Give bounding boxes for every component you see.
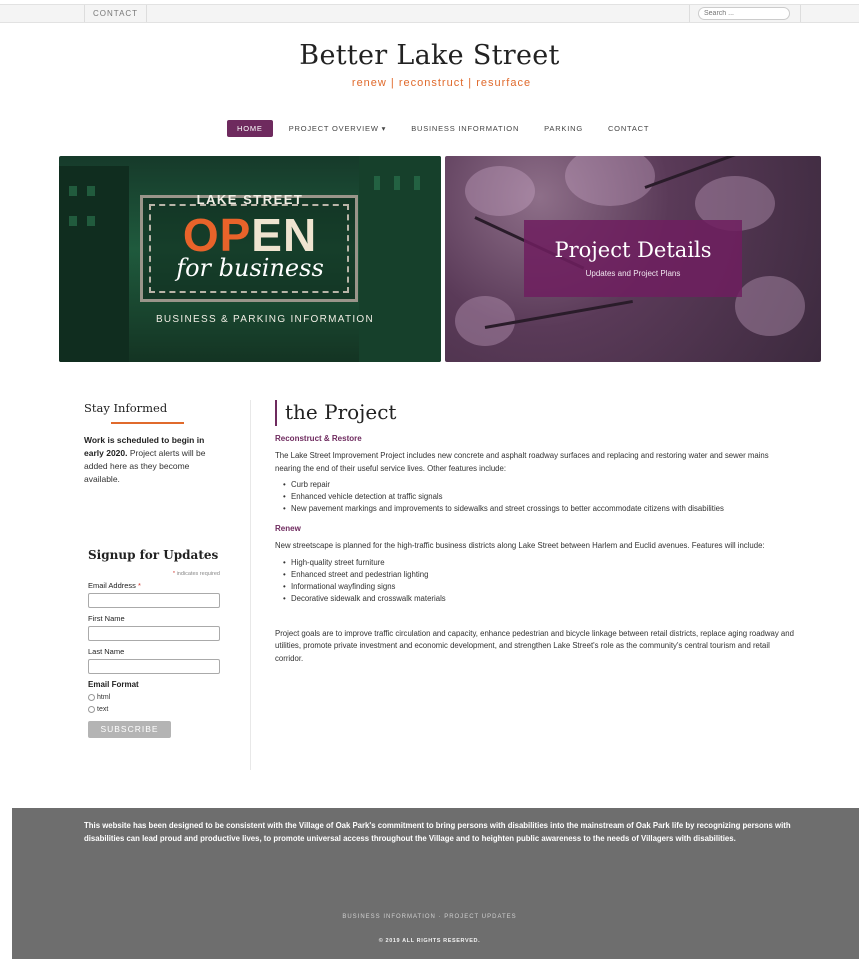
blossom-shape (465, 166, 535, 216)
reconstruct-list: Curb repair Enhanced vehicle detection a… (275, 479, 795, 515)
subscribe-button[interactable]: SUBSCRIBE (88, 721, 171, 738)
list-item: Decorative sidewalk and crosswalk materi… (275, 593, 795, 605)
window-shape (414, 176, 420, 190)
last-name-label: Last Name (88, 647, 125, 656)
site-footer: This website has been designed to be con… (12, 808, 859, 959)
main-nav: HOME PROJECT OVERVIEW ▾ BUSINESS INFORMA… (227, 120, 674, 137)
list-item: High-quality street furniture (275, 557, 795, 569)
format-text-option[interactable]: text (88, 706, 220, 713)
email-field[interactable] (88, 593, 220, 608)
search-wrap (689, 5, 801, 22)
list-item: Enhanced vehicle detection at traffic si… (275, 491, 795, 503)
project-title: the Project (285, 400, 397, 424)
footer-link-business[interactable]: BUSINESS INFORMATION (342, 914, 436, 920)
email-label: Email Address * (88, 581, 141, 590)
nav-business-information[interactable]: BUSINESS INFORMATION (411, 120, 519, 137)
section-heading-reconstruct: Reconstruct & Restore (275, 434, 362, 443)
required-note: * indicates required (172, 571, 220, 577)
radio-text[interactable] (88, 706, 95, 713)
banner-business-parking: BUSINESS & PARKING INFORMATION (155, 314, 375, 325)
column-divider (250, 400, 251, 770)
footer-link-updates[interactable]: PROJECT UPDATES (444, 914, 516, 920)
blossom-shape (735, 276, 805, 336)
search-input[interactable] (698, 7, 790, 20)
section-text-renew: New streetscape is planned for the high-… (275, 541, 765, 550)
list-item: Informational wayfinding signs (275, 581, 795, 593)
section-heading-renew: Renew (275, 524, 301, 533)
project-details-banner[interactable]: Project Details Updates and Project Plan… (445, 156, 821, 362)
open-for-business-banner[interactable]: LAKE STREET OPEN for business BUSINESS &… (59, 156, 441, 362)
section-text-reconstruct: The Lake Street Improvement Project incl… (275, 451, 769, 473)
window-shape (394, 176, 400, 190)
stay-informed-text: Work is scheduled to begin in early 2020… (84, 435, 206, 484)
top-bar: CONTACT (0, 4, 859, 23)
email-format-label: Email Format (88, 680, 139, 689)
blossom-shape (565, 156, 655, 206)
blossom-shape (455, 296, 515, 346)
last-name-field[interactable] (88, 659, 220, 674)
site-tagline: renew | reconstruct | resurface (351, 77, 532, 89)
window-shape (374, 176, 380, 190)
nav-contact[interactable]: CONTACT (608, 120, 649, 137)
first-name-label: First Name (88, 614, 125, 623)
nav-parking[interactable]: PARKING (544, 120, 583, 137)
nav-project-overview[interactable]: PROJECT OVERVIEW ▾ (289, 120, 387, 137)
list-item: Enhanced street and pedestrian lighting (275, 569, 795, 581)
copyright: © 2019 ALL RIGHTS RESERVED. (378, 938, 481, 944)
top-contact-link[interactable]: CONTACT (84, 5, 148, 22)
project-goals-text: Project goals are to improve traffic cir… (275, 628, 794, 663)
project-details-title: Project Details (554, 238, 712, 262)
list-item: Curb repair (275, 479, 795, 491)
signup-form: Signup for Updates * indicates required … (88, 548, 220, 738)
project-content: Reconstruct & Restore The Lake Street Im… (275, 434, 795, 665)
format-html-option[interactable]: html (88, 694, 220, 701)
site-title[interactable]: Better Lake Street (0, 40, 859, 71)
signup-title: Signup for Updates (88, 548, 219, 562)
first-name-field[interactable] (88, 626, 220, 641)
banner-lake-street: LAKE STREET (196, 192, 304, 207)
banner-open-word: OPEN (182, 209, 318, 261)
renew-list: High-quality street furniture Enhanced s… (275, 557, 795, 605)
radio-html[interactable] (88, 694, 95, 701)
footer-links: BUSINESS INFORMATION · PROJECT UPDATES (342, 914, 517, 920)
accessibility-statement: This website has been designed to be con… (84, 821, 791, 843)
nav-home[interactable]: HOME (227, 120, 273, 137)
stay-informed-title: Stay Informed (84, 401, 168, 415)
project-title-bar (275, 400, 277, 426)
stay-informed-underline (111, 422, 184, 424)
project-details-box: Project Details Updates and Project Plan… (524, 220, 742, 297)
project-details-subtitle: Updates and Project Plans (585, 269, 681, 278)
banner-for-business: for business (176, 254, 324, 282)
list-item: New pavement markings and improvements t… (275, 503, 795, 515)
